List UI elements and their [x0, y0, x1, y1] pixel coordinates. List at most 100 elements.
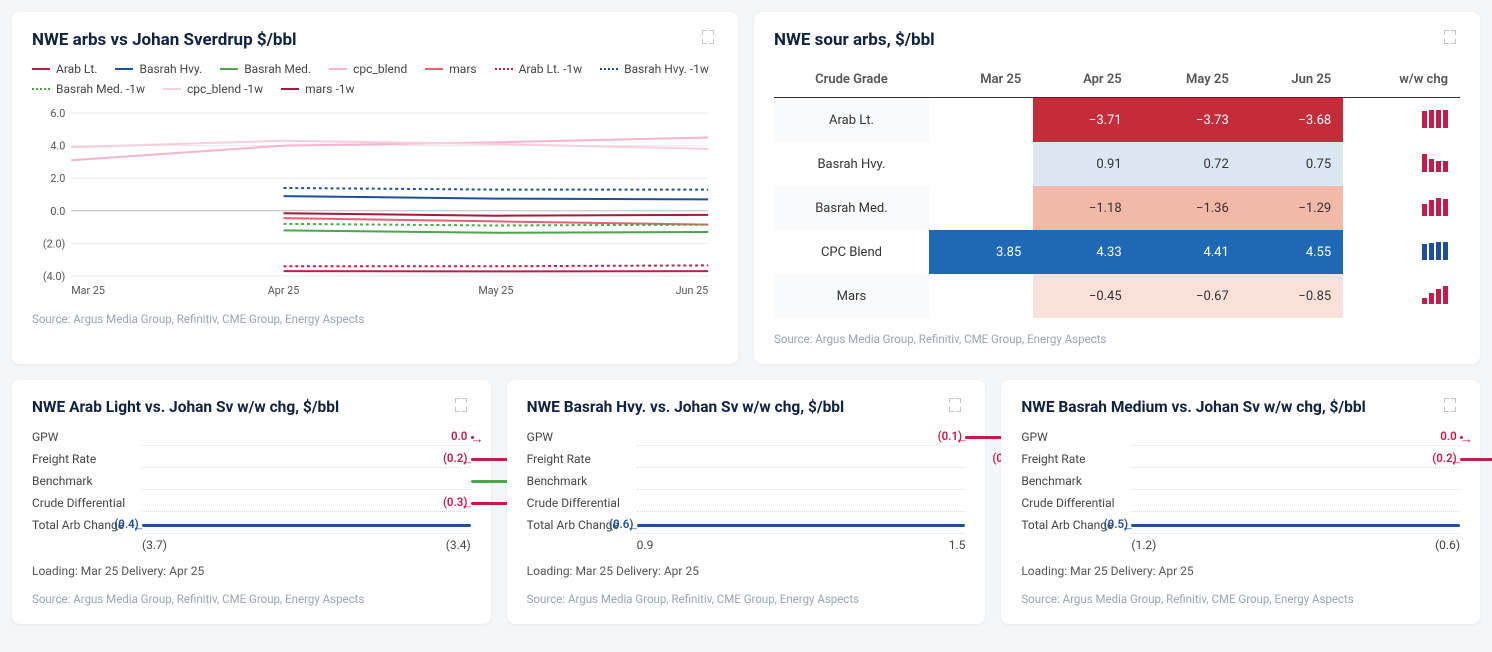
- svg-text:4.0: 4.0: [50, 139, 65, 152]
- value-cell: [929, 142, 1033, 186]
- wf-row: Freight Rate (0.2) ←: [527, 450, 966, 468]
- value-cell: 4.41: [1134, 230, 1241, 274]
- svg-text:(2.0): (2.0): [43, 237, 66, 250]
- legend-item: mars: [425, 62, 476, 76]
- col-header: w/w chg: [1343, 62, 1460, 98]
- wf-row: Crude Differential (0.3) ←: [527, 494, 966, 512]
- wf-row: Total Arb Change (0.4) ←: [32, 516, 471, 534]
- legend-item: Arab Lt.: [32, 62, 97, 76]
- axis-start: 0.9: [637, 538, 654, 552]
- legend-item: cpc_blend -1w: [163, 82, 263, 96]
- value-cell: [929, 274, 1033, 318]
- wf-axis: (1.2) (0.6): [1131, 538, 1460, 552]
- legend-item: mars -1w: [281, 82, 354, 96]
- chart-title: NWE Arab Light vs. Johan Sv w/w chg, $/b…: [32, 398, 339, 416]
- value-cell: [929, 98, 1033, 143]
- expand-icon[interactable]: [455, 398, 471, 414]
- legend-swatch-icon: [281, 88, 299, 90]
- wf-row: Crude Differential (0.3) ←: [1021, 494, 1460, 512]
- wf-row: Total Arb Change (0.6) ←: [527, 516, 966, 534]
- wf-label: Benchmark: [1021, 474, 1131, 488]
- arrow-icon: ←: [461, 497, 474, 513]
- expand-icon[interactable]: [1444, 398, 1460, 414]
- svg-text:Mar 25: Mar 25: [71, 284, 105, 297]
- col-header: May 25: [1134, 62, 1241, 98]
- legend-item: Basrah Med.: [220, 62, 311, 76]
- arrow-icon: ←: [461, 453, 474, 469]
- legend-item: cpc_blend: [329, 62, 407, 76]
- legend-swatch-icon: [115, 68, 133, 70]
- col-header: Crude Grade: [774, 62, 929, 98]
- waterfall-chart: GPW 0.0 → Freight Rate (0.2) ← Benchmark: [1021, 428, 1460, 558]
- value-cell: 0.75: [1241, 142, 1343, 186]
- wf-label: Crude Differential: [527, 496, 637, 510]
- card-wf-basrah-med: NWE Basrah Medium vs. Johan Sv w/w chg, …: [1001, 380, 1480, 624]
- wf-label: Freight Rate: [527, 452, 637, 466]
- value-cell: 4.33: [1033, 230, 1133, 274]
- wf-label: Benchmark: [527, 474, 637, 488]
- legend-item: Basrah Hvy.: [115, 62, 202, 76]
- expand-icon[interactable]: [702, 30, 718, 46]
- sparkline-icon: [1422, 152, 1448, 172]
- spark-cell: [1343, 230, 1460, 274]
- svg-text:(4.0): (4.0): [43, 270, 66, 283]
- card-wf-arab-light: NWE Arab Light vs. Johan Sv w/w chg, $/b…: [12, 380, 491, 624]
- card-wf-basrah-hvy: NWE Basrah Hvy. vs. Johan Sv w/w chg, $/…: [507, 380, 986, 624]
- arrow-icon: ←: [1121, 519, 1134, 535]
- sparkline-icon: [1422, 196, 1448, 216]
- svg-text:Jun 25: Jun 25: [676, 284, 709, 297]
- legend-label: Basrah Med. -1w: [56, 82, 145, 96]
- wf-row: Total Arb Change (0.5) ←: [1021, 516, 1460, 534]
- chart-title: NWE sour arbs, $/bbl: [774, 30, 935, 50]
- wf-row: Crude Differential (0.3) ←: [32, 494, 471, 512]
- axis-start: (3.7): [142, 538, 167, 552]
- grade-cell: Mars: [774, 274, 929, 318]
- arrow-icon: →: [471, 431, 484, 447]
- waterfall-chart: GPW 0.0 → Freight Rate (0.2) ← Benchmark: [32, 428, 471, 558]
- wf-label: Crude Differential: [1021, 496, 1131, 510]
- legend-swatch-icon: [32, 88, 50, 90]
- sparkline-icon: [1422, 108, 1448, 128]
- table-row: Arab Lt.−3.71−3.73−3.68: [774, 98, 1460, 143]
- legend: Arab Lt.Basrah Hvy.Basrah Med.cpc_blendm…: [32, 62, 718, 96]
- arrow-icon: ←: [955, 431, 968, 447]
- wf-label: GPW: [527, 430, 637, 444]
- wf-label: GPW: [32, 430, 142, 444]
- col-header: Jun 25: [1241, 62, 1343, 98]
- sparkline-icon: [1422, 284, 1448, 304]
- source-text: Source: Argus Media Group, Refinitiv, CM…: [32, 592, 471, 606]
- value-cell: −3.68: [1241, 98, 1343, 143]
- wf-row: Benchmark 0.0 →: [1021, 472, 1460, 490]
- wf-row: Freight Rate (0.2) ←: [1021, 450, 1460, 468]
- col-header: Mar 25: [929, 62, 1033, 98]
- table-row: Mars−0.45−0.67−0.85: [774, 274, 1460, 318]
- legend-label: cpc_blend -1w: [187, 82, 263, 96]
- legend-swatch-icon: [425, 68, 443, 70]
- expand-icon[interactable]: [1444, 30, 1460, 46]
- value-cell: 4.55: [1241, 230, 1343, 274]
- value-cell: −0.67: [1134, 274, 1241, 318]
- wf-row: Benchmark 0.0 →: [527, 472, 966, 490]
- value-cell: 0.72: [1134, 142, 1241, 186]
- axis-end: (3.4): [446, 538, 471, 552]
- table-row: Basrah Hvy.0.910.720.75: [774, 142, 1460, 186]
- chart-title: NWE Basrah Medium vs. Johan Sv w/w chg, …: [1021, 398, 1365, 416]
- axis-end: 1.5: [949, 538, 966, 552]
- card-nwe-arbs-linechart: NWE arbs vs Johan Sverdrup $/bbl Arab Lt…: [12, 12, 738, 364]
- wf-label: Freight Rate: [1021, 452, 1131, 466]
- source-text: Source: Argus Media Group, Refinitiv, CM…: [32, 312, 718, 326]
- spark-cell: [1343, 186, 1460, 230]
- arrow-icon: ←: [132, 519, 145, 535]
- loading-caption: Loading: Mar 25 Delivery: Apr 25: [32, 564, 471, 578]
- legend-label: Basrah Med.: [244, 62, 311, 76]
- legend-swatch-icon: [163, 88, 181, 90]
- legend-item: Basrah Hvy. -1w: [600, 62, 709, 76]
- spark-cell: [1343, 142, 1460, 186]
- value-cell: [929, 186, 1033, 230]
- value-cell: 0.91: [1033, 142, 1133, 186]
- legend-label: cpc_blend: [353, 62, 407, 76]
- source-text: Source: Argus Media Group, Refinitiv, CM…: [527, 592, 966, 606]
- legend-swatch-icon: [220, 68, 238, 70]
- waterfall-chart: GPW (0.1) ← Freight Rate (0.2) ← Benchma…: [527, 428, 966, 558]
- expand-icon[interactable]: [949, 398, 965, 414]
